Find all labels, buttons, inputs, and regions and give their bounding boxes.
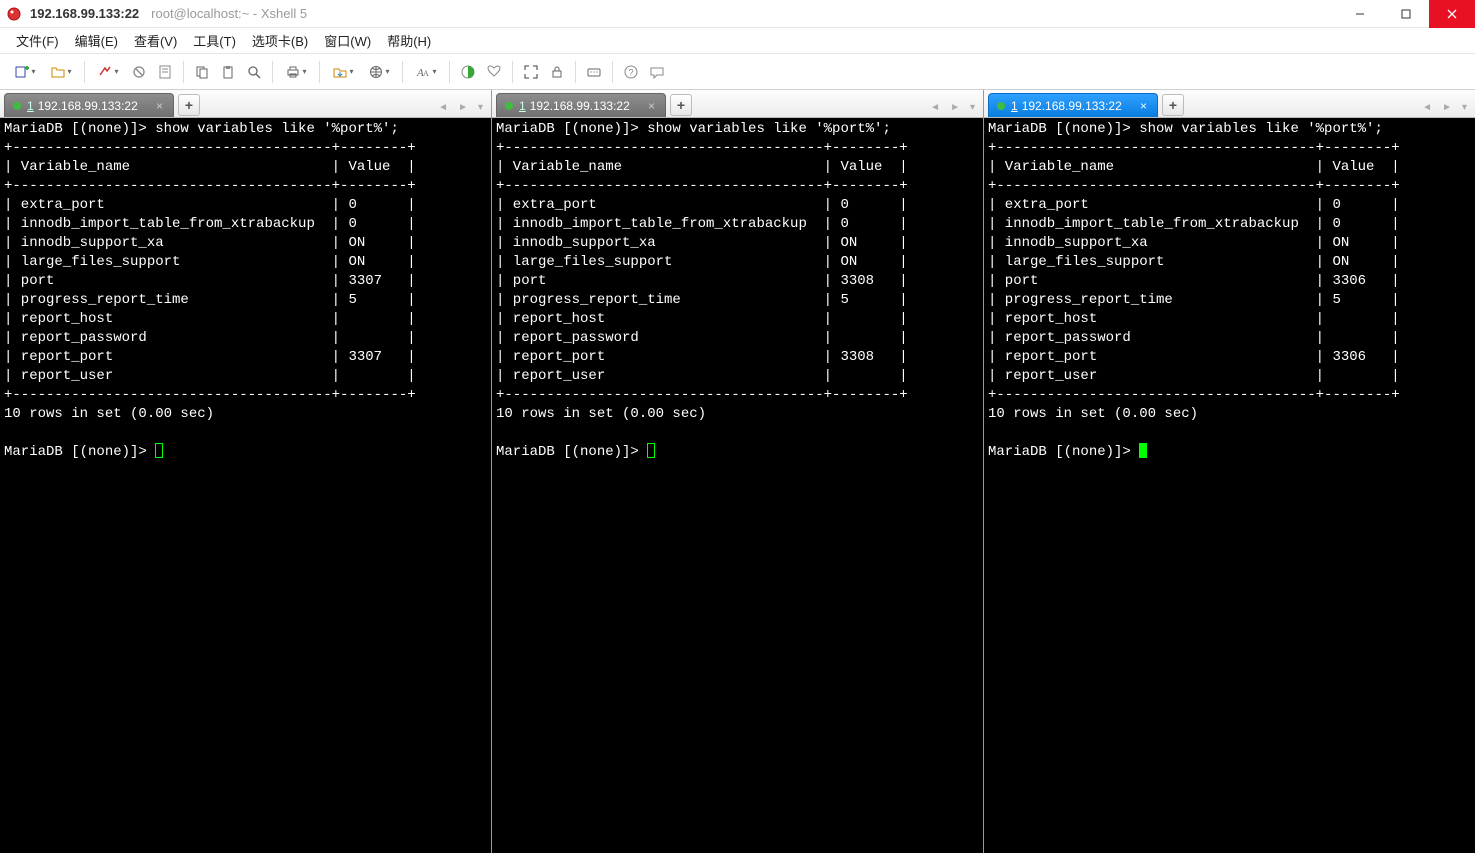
tab-number: 1 [27,99,34,113]
menu-help[interactable]: 帮助(H) [379,27,439,54]
menu-tabs[interactable]: 选项卡(B) [244,27,316,54]
keyboard-button[interactable] [582,60,606,84]
title-bar: 192.168.99.133:22 root@localhost:~ - Xsh… [0,0,1475,28]
font-button[interactable]: AA▾ [409,60,443,84]
tab-strip: 1 192.168.99.133:22 × + ◄►▾ [984,90,1475,118]
tab-label: 192.168.99.133:22 [1022,99,1122,113]
tab-label: 192.168.99.133:22 [38,99,138,113]
new-tab-button[interactable]: + [178,94,200,116]
svg-text:?: ? [629,67,634,77]
new-tab-button[interactable]: + [1162,94,1184,116]
print-button[interactable]: ▾ [279,60,313,84]
tab-nav-menu[interactable]: ▾ [966,100,979,115]
session-tab[interactable]: 1 192.168.99.133:22 × [496,93,666,117]
copy-button[interactable] [190,60,214,84]
tab-nav-right[interactable]: ► [946,100,964,115]
menu-window[interactable]: 窗口(W) [316,27,379,54]
terminal-pane: 1 192.168.99.133:22 × + ◄►▾ MariaDB [(none)]>… [984,90,1475,853]
status-dot-icon [13,102,21,110]
fullscreen-button[interactable] [519,60,543,84]
terminal[interactable]: MariaDB [(none)]> show variables like '%… [0,118,491,853]
menu-tools[interactable]: 工具(T) [185,27,244,54]
toolbar-separator [402,61,403,83]
app-logo-icon [6,6,22,22]
cursor-icon [1139,443,1147,458]
window-title-sub: root@localhost:~ - Xshell 5 [151,6,307,21]
toolbar-separator [272,61,273,83]
tab-nav-right[interactable]: ► [454,100,472,115]
status-dot-icon [997,102,1005,110]
minimize-button[interactable] [1337,0,1383,28]
color-scheme-button[interactable] [456,60,480,84]
open-button[interactable]: ▾ [44,60,78,84]
menu-file[interactable]: 文件(F) [8,27,67,54]
find-button[interactable] [242,60,266,84]
session-tab[interactable]: 1 192.168.99.133:22 × [4,93,174,117]
toolbar-separator [449,61,450,83]
tab-close-button[interactable]: × [646,99,657,113]
session-tab[interactable]: 1 192.168.99.133:22 × [988,93,1158,117]
menu-edit[interactable]: 编辑(E) [67,27,126,54]
cursor-icon [155,443,163,458]
terminal-pane: 1 192.168.99.133:22 × + ◄►▾ MariaDB [(none)]>… [0,90,492,853]
tab-nav-left[interactable]: ◄ [434,100,452,115]
tab-nav-right[interactable]: ► [1438,100,1456,115]
disconnect-button[interactable] [127,60,151,84]
tab-number: 1 [519,99,526,113]
window-title-main: 192.168.99.133:22 [30,6,139,21]
menu-view[interactable]: 查看(V) [126,27,185,54]
lock-button[interactable] [545,60,569,84]
language-button[interactable]: ▾ [362,60,396,84]
paste-button[interactable] [216,60,240,84]
toolbar-separator [512,61,513,83]
toolbar: ▾ ▾ ▾ ▾ ▾ ▾ AA▾ ? [0,54,1475,90]
feedback-button[interactable] [645,60,669,84]
new-session-button[interactable]: ▾ [8,60,42,84]
status-dot-icon [505,102,513,110]
toolbar-separator [575,61,576,83]
tab-close-button[interactable]: × [1138,99,1149,113]
split-panes: 1192.168.99.133:22×+◄►▾MariaDB [(none)]>… [0,90,1475,853]
tab-label: 192.168.99.133:22 [530,99,630,113]
toolbar-separator [612,61,613,83]
terminal[interactable]: MariaDB [(none)]> show variables like '%… [984,118,1475,853]
tab-nav-menu[interactable]: ▾ [474,100,487,115]
svg-text:A: A [423,69,429,78]
toolbar-separator [319,61,320,83]
toolbar-separator [84,61,85,83]
maximize-button[interactable] [1383,0,1429,28]
tab-close-button[interactable]: × [154,99,165,113]
tab-nav-menu[interactable]: ▾ [1458,100,1471,115]
tab-strip: 1 192.168.99.133:22 × + ◄►▾ [0,90,491,118]
tab-strip: 1 192.168.99.133:22 × + ◄►▾ [492,90,983,118]
new-tab-button[interactable]: + [670,94,692,116]
tab-number: 1 [1011,99,1018,113]
tab-nav-left[interactable]: ◄ [1418,100,1436,115]
toolbar-separator [183,61,184,83]
menu-bar: 文件(F) 编辑(E) 查看(V) 工具(T) 选项卡(B) 窗口(W) 帮助(… [0,28,1475,54]
help-button[interactable]: ? [619,60,643,84]
terminal[interactable]: MariaDB [(none)]> show variables like '%… [492,118,983,853]
close-button[interactable] [1429,0,1475,28]
properties-button[interactable] [153,60,177,84]
file-transfer-button[interactable]: ▾ [326,60,360,84]
terminal-pane: 1 192.168.99.133:22 × + ◄►▾ MariaDB [(none)]>… [492,90,984,853]
tab-nav-left[interactable]: ◄ [926,100,944,115]
cursor-icon [647,443,655,458]
highlight-button[interactable] [482,60,506,84]
reconnect-button[interactable]: ▾ [91,60,125,84]
